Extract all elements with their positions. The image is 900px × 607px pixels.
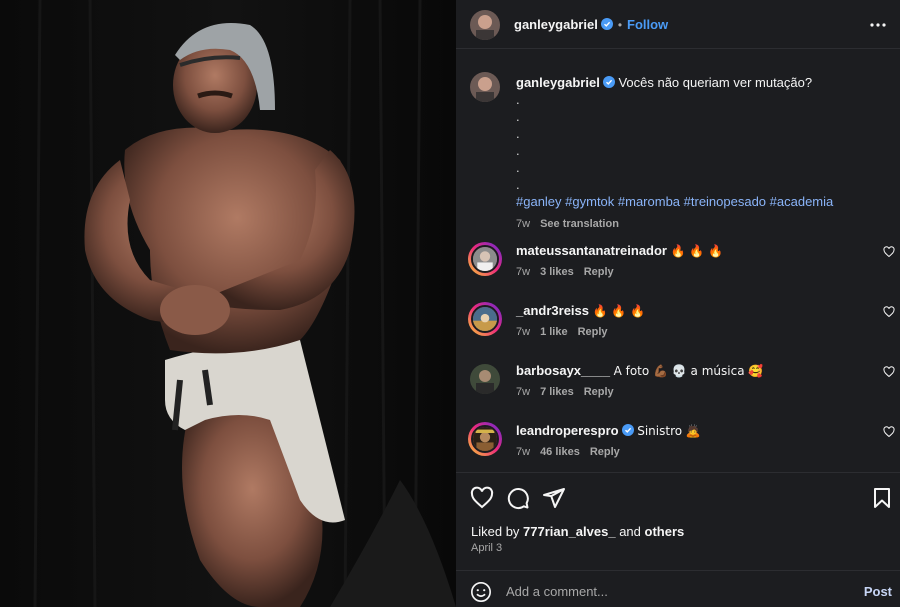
- post-header: ganleygabriel • Follow: [456, 0, 900, 49]
- comment-body: leandroperespro Sinistro 🙇: [516, 422, 856, 440]
- comment-item: _andr3reiss 🔥 🔥 🔥 7w 1 like Reply: [456, 296, 900, 352]
- comment-likes[interactable]: 46 likes: [540, 446, 580, 458]
- commenter-avatar[interactable]: [471, 305, 499, 333]
- comment-meta: 7w 1 like Reply: [516, 326, 618, 338]
- verified-badge-icon: [600, 18, 613, 30]
- comment-item: barbosayx____ A foto 💪🏾 💀 a música 🥰 7w 7…: [456, 356, 900, 412]
- commenter-avatar[interactable]: [470, 364, 500, 394]
- comment-like-heart-icon[interactable]: [883, 366, 895, 378]
- comment-bubble-icon[interactable]: [506, 486, 530, 510]
- post-comment-button[interactable]: Post: [864, 584, 892, 599]
- commenter-username[interactable]: leandroperespro: [516, 423, 619, 438]
- comment-like-heart-icon[interactable]: [883, 246, 895, 258]
- post-photo-image: [0, 0, 456, 607]
- comment-text: 🔥 🔥 🔥: [670, 244, 724, 258]
- add-comment-bar: Post: [456, 570, 900, 607]
- caption-dot: .: [516, 143, 520, 158]
- verified-badge-icon: [602, 76, 615, 88]
- comment-time: 7w: [516, 266, 531, 278]
- comment-likes[interactable]: 3 likes: [540, 266, 574, 278]
- liked-by-line: Liked by 777rian_alves_ and others: [471, 524, 684, 539]
- caption-meta: 7w See translation: [516, 216, 886, 233]
- post-details-panel: ganleygabriel • Follow ganleygabriel Vocês…: [456, 0, 900, 607]
- comment-text: A foto 💪🏾 💀 a música 🥰: [613, 364, 764, 378]
- commenter-avatar[interactable]: [471, 425, 499, 453]
- author-avatar[interactable]: [470, 10, 500, 40]
- comment-meta: 7w 7 likes Reply: [516, 386, 624, 398]
- caption-dot: .: [516, 109, 520, 124]
- comment-likes[interactable]: 7 likes: [540, 386, 574, 398]
- header-separator: •: [617, 18, 623, 32]
- follow-button[interactable]: Follow: [627, 17, 668, 32]
- liked-by-user[interactable]: 777rian_alves_: [523, 524, 616, 539]
- see-translation-link[interactable]: See translation: [540, 218, 619, 230]
- post-action-bar: [456, 472, 900, 522]
- caption-body: Vocês não queriam ver mutação?: [618, 75, 813, 90]
- commenter-avatar[interactable]: [471, 245, 499, 273]
- liked-by-and: and: [619, 524, 641, 539]
- caption-dot: .: [516, 92, 520, 107]
- caption-text: ganleygabriel Vocês não queriam ver muta…: [516, 74, 886, 233]
- comment-body: mateussantanatreinador 🔥 🔥 🔥: [516, 242, 856, 260]
- comment-text: Sinistro 🙇: [637, 424, 701, 438]
- bookmark-save-icon[interactable]: [870, 486, 894, 510]
- comment-reply-button[interactable]: Reply: [578, 326, 608, 338]
- caption-username[interactable]: ganleygabriel: [516, 75, 600, 90]
- caption-dot: .: [516, 126, 520, 141]
- comment-likes[interactable]: 1 like: [540, 326, 568, 338]
- emoji-picker-icon[interactable]: [470, 581, 492, 603]
- comment-item: leandroperespro Sinistro 🙇 7w 46 likes Rep…: [456, 416, 900, 472]
- comment-like-heart-icon[interactable]: [883, 306, 895, 318]
- caption-avatar[interactable]: [470, 72, 500, 102]
- liked-by-others[interactable]: others: [645, 524, 685, 539]
- comment-time: 7w: [516, 386, 531, 398]
- share-send-icon[interactable]: [542, 486, 566, 510]
- comment-meta: 7w 3 likes Reply: [516, 266, 624, 278]
- liked-by-prefix: Liked by: [471, 524, 520, 539]
- commenter-username[interactable]: mateussantanatreinador: [516, 243, 667, 258]
- comment-text: 🔥 🔥 🔥: [592, 304, 646, 318]
- comment-body: _andr3reiss 🔥 🔥 🔥: [516, 302, 856, 320]
- commenter-username[interactable]: barbosayx____: [516, 363, 610, 378]
- comment-body: barbosayx____ A foto 💪🏾 💀 a música 🥰: [516, 362, 856, 380]
- comment-like-heart-icon[interactable]: [883, 426, 895, 438]
- comment-item: mateussantanatreinador 🔥 🔥 🔥 7w 3 likes Re…: [456, 236, 900, 292]
- comment-time: 7w: [516, 326, 531, 338]
- post-date[interactable]: April 3: [471, 542, 502, 554]
- like-heart-icon[interactable]: [470, 486, 494, 510]
- more-horizontal-icon[interactable]: [866, 13, 890, 37]
- caption-time: 7w: [516, 218, 531, 230]
- comment-reply-button[interactable]: Reply: [584, 266, 614, 278]
- comment-time: 7w: [516, 446, 531, 458]
- author-username[interactable]: ganleygabriel: [514, 17, 598, 32]
- header-author-line: ganleygabriel • Follow: [514, 16, 668, 34]
- verified-badge-icon: [621, 424, 634, 436]
- comment-reply-button[interactable]: Reply: [584, 386, 614, 398]
- caption-dot: .: [516, 160, 520, 175]
- comment-meta: 7w 46 likes Reply: [516, 446, 630, 458]
- comment-input[interactable]: [506, 580, 846, 602]
- post-photo[interactable]: [0, 0, 456, 607]
- commenter-username[interactable]: _andr3reiss: [516, 303, 589, 318]
- caption-dot: .: [516, 177, 520, 192]
- caption-hashtags[interactable]: #ganley #gymtok #maromba #treinopesado #…: [516, 193, 886, 210]
- comment-reply-button[interactable]: Reply: [590, 446, 620, 458]
